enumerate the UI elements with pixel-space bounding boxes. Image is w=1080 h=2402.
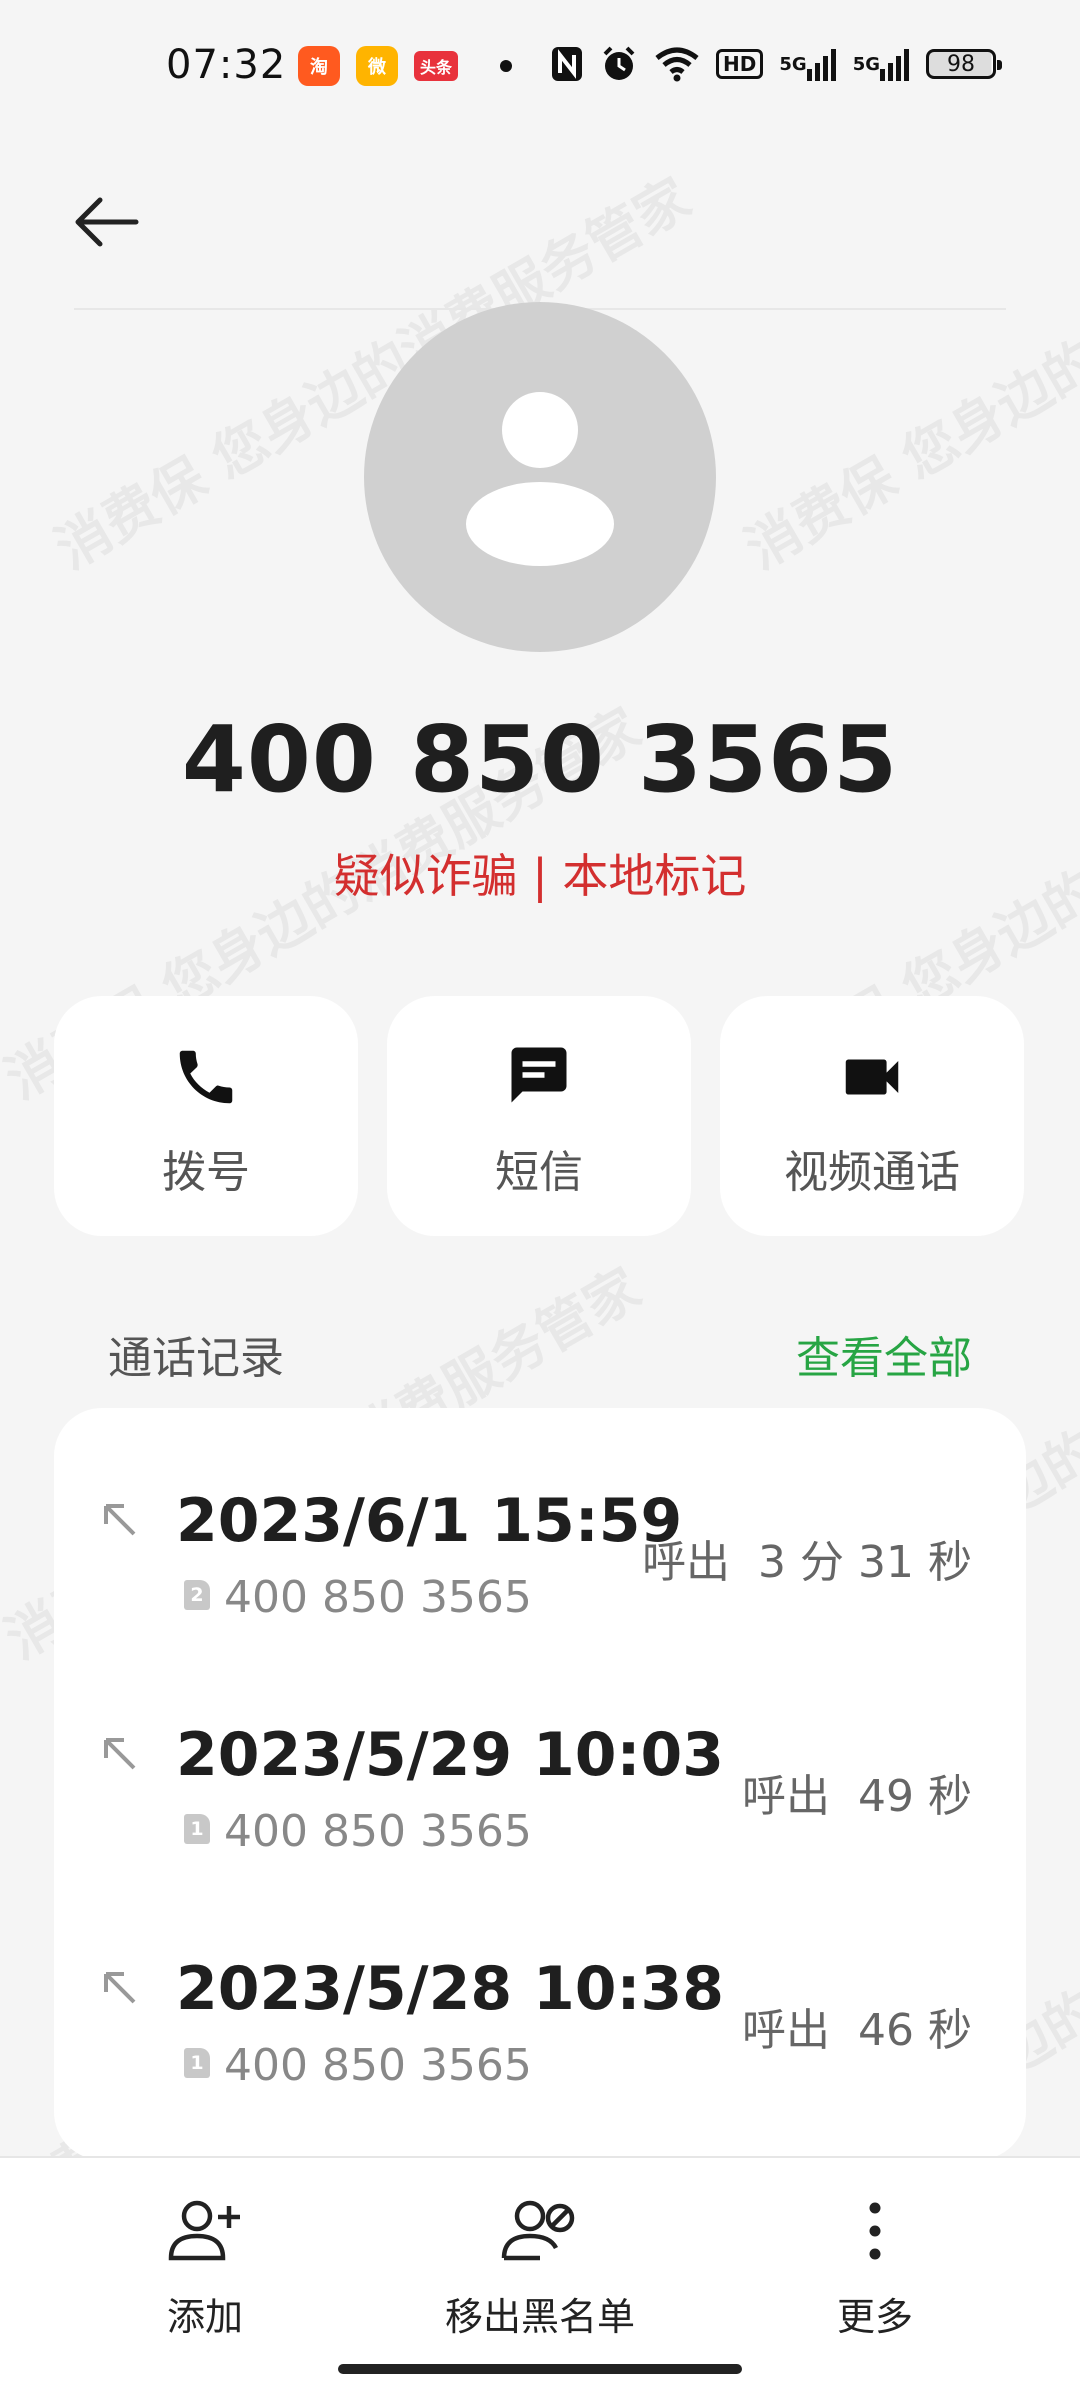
call-duration: 46 秒 bbox=[858, 2005, 972, 2056]
phone-icon bbox=[54, 1042, 358, 1112]
sms-label: 短信 bbox=[495, 1147, 583, 1198]
call-number: 400 850 3565 bbox=[224, 2040, 532, 2091]
person-icon bbox=[466, 392, 614, 566]
fraud-tag: 疑似诈骗 | 本地标记 bbox=[333, 849, 747, 903]
phone-number: 400 850 3565 bbox=[181, 706, 899, 813]
status-icons: HD 5G 5G 98 bbox=[550, 44, 1002, 84]
dial-label: 拨号 bbox=[162, 1147, 250, 1198]
watermark-text: 消费保 您身边的消费服务管家 bbox=[735, 166, 1080, 582]
call-type: 呼出 bbox=[742, 1771, 831, 1822]
call-number: 400 850 3565 bbox=[224, 1806, 532, 1857]
network-label: 5G bbox=[852, 53, 880, 75]
alarm-icon bbox=[600, 44, 638, 84]
call-duration: 49 秒 bbox=[858, 1771, 972, 1822]
outgoing-call-icon bbox=[104, 1972, 136, 2004]
status-bar: 07:32 淘 微 头条 HD 5G 5G 98 bbox=[0, 0, 1080, 135]
sim-icon: 2 bbox=[184, 1580, 210, 1610]
remove-blacklist-button[interactable]: 移出黑名单 bbox=[420, 2196, 660, 2341]
hd-label: HD bbox=[716, 49, 764, 79]
dial-button[interactable]: 拨号 bbox=[54, 996, 358, 1236]
video-icon bbox=[720, 1042, 1024, 1112]
toutiao-icon: 头条 bbox=[414, 51, 458, 81]
more-label: 更多 bbox=[836, 2295, 913, 2339]
add-label: 添加 bbox=[166, 2295, 243, 2339]
sim-icon: 1 bbox=[184, 1814, 210, 1844]
call-type: 呼出 bbox=[642, 1537, 731, 1588]
status-time: 07:32 bbox=[166, 42, 287, 88]
network-label: 5G bbox=[779, 53, 807, 75]
message-icon bbox=[387, 1042, 691, 1112]
hd-icon: HD bbox=[716, 44, 764, 84]
more-notifications-dot bbox=[500, 60, 512, 72]
signal-icon: 5G bbox=[779, 44, 836, 84]
call-datetime: 2023/6/1 15:59 bbox=[176, 1486, 683, 1556]
back-arrow-icon bbox=[75, 197, 139, 247]
video-call-label: 视频通话 bbox=[784, 1147, 960, 1198]
call-duration: 3 分 31 秒 bbox=[758, 1537, 972, 1588]
call-info: 呼出 3 分 31 秒 bbox=[642, 1526, 972, 1590]
avatar bbox=[364, 302, 716, 652]
sim-icon: 1 bbox=[184, 2048, 210, 2078]
call-record[interactable]: 2023/5/29 10:03 1 400 850 3565 呼出 49 秒 bbox=[54, 1642, 1026, 1857]
call-info: 呼出 46 秒 bbox=[742, 1994, 972, 2058]
battery-icon: 98 bbox=[926, 49, 1002, 79]
back-button[interactable] bbox=[70, 192, 142, 252]
unblock-person-icon bbox=[420, 2196, 660, 2276]
call-info: 呼出 49 秒 bbox=[742, 1760, 972, 1824]
call-record[interactable]: 2023/5/28 10:38 1 400 850 3565 呼出 46 秒 bbox=[54, 1876, 1026, 2091]
home-indicator[interactable] bbox=[338, 2364, 742, 2374]
call-history-list: 2023/6/1 15:59 2 400 850 3565 呼出 3 分 31 … bbox=[54, 1408, 1026, 2160]
call-datetime: 2023/5/28 10:38 bbox=[176, 1954, 724, 2024]
taobao-icon: 淘 bbox=[298, 46, 340, 86]
call-type: 呼出 bbox=[742, 2005, 831, 2056]
outgoing-call-icon bbox=[104, 1738, 136, 1770]
outgoing-call-icon bbox=[104, 1504, 136, 1536]
signal-icon: 5G bbox=[853, 44, 910, 84]
nfc-icon bbox=[550, 44, 584, 84]
view-all-link[interactable]: 查看全部 bbox=[796, 1322, 972, 1386]
weibo-icon: 微 bbox=[356, 46, 398, 86]
add-person-icon bbox=[150, 2196, 260, 2276]
more-vertical-icon bbox=[820, 2196, 930, 2276]
call-datetime: 2023/5/29 10:03 bbox=[176, 1720, 724, 1790]
battery-level: 98 bbox=[947, 51, 975, 77]
remove-blacklist-label: 移出黑名单 bbox=[444, 2295, 635, 2339]
more-button[interactable]: 更多 bbox=[820, 2196, 930, 2341]
add-contact-button[interactable]: 添加 bbox=[150, 2196, 260, 2341]
call-record[interactable]: 2023/6/1 15:59 2 400 850 3565 呼出 3 分 31 … bbox=[54, 1408, 1026, 1623]
notification-apps: 淘 微 头条 bbox=[298, 46, 512, 86]
call-number: 400 850 3565 bbox=[224, 1572, 532, 1623]
call-history-title: 通话记录 bbox=[108, 1333, 284, 1384]
video-call-button[interactable]: 视频通话 bbox=[720, 996, 1024, 1236]
wifi-icon bbox=[654, 44, 700, 84]
sms-button[interactable]: 短信 bbox=[387, 996, 691, 1236]
action-buttons: 拨号 短信 视频通话 bbox=[54, 996, 1026, 1236]
